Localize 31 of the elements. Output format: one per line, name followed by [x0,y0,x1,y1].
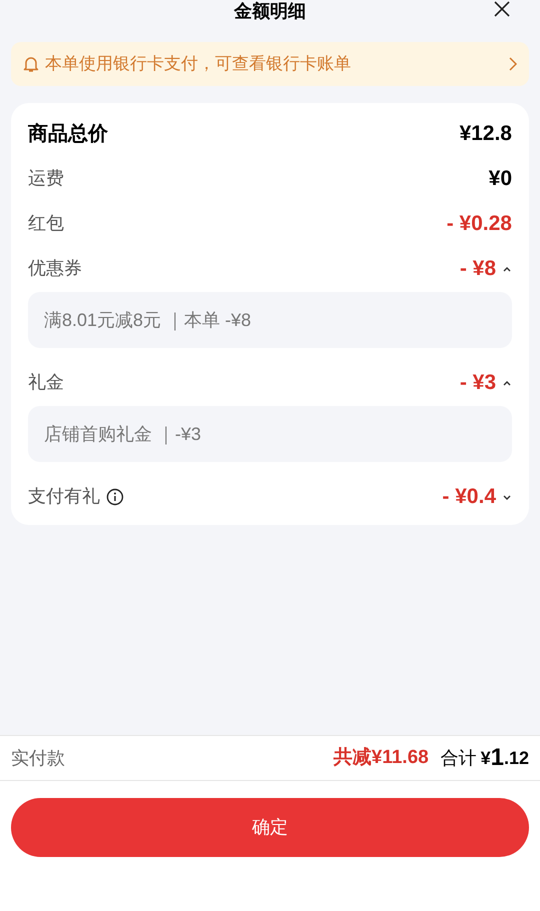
total-integer: 1 [490,743,504,773]
row-amount: - ¥0.4 [442,484,496,510]
row-amount: ¥12.8 [459,120,512,147]
confirm-button[interactable]: 确定 [11,798,529,857]
detail-text: 店铺首购礼金 ｜-¥3 [44,422,202,446]
row-label: 商品总价 [28,122,108,146]
notice-text: 本单使用银行卡支付，可查看银行卡账单 [45,53,352,76]
row-label: 支付有礼 [28,485,100,508]
bell-icon [23,55,39,73]
row-label: 红包 [28,212,64,235]
row-label: 优惠券 [28,257,82,280]
close-icon[interactable] [494,1,510,17]
total-currency: ¥ [480,746,491,770]
row-amount: ¥0 [488,166,512,192]
detail-text: 满8.01元减8元 ｜本单 -¥8 [44,308,252,332]
sheet-title: 金额明细 [234,1,306,21]
savings-text: 共减¥11.68 [334,746,429,770]
total-label: 合计 [440,746,477,770]
row-amount: - ¥0.28 [446,210,512,237]
caret-up-icon[interactable] [502,378,512,386]
info-icon[interactable] [106,488,124,506]
caret-down-icon[interactable] [502,492,512,500]
notice-banner[interactable]: 本单使用银行卡支付，可查看银行卡账单 [11,42,529,86]
total-decimal: .12 [504,746,529,770]
row-amount: - ¥8 [460,256,496,282]
chevron-right-icon [509,57,517,71]
row-label: 礼金 [28,371,64,394]
caret-up-icon[interactable] [502,264,512,272]
row-amount: - ¥3 [460,370,496,396]
summary-label: 实付款 [11,746,66,770]
row-label: 运费 [28,167,64,190]
